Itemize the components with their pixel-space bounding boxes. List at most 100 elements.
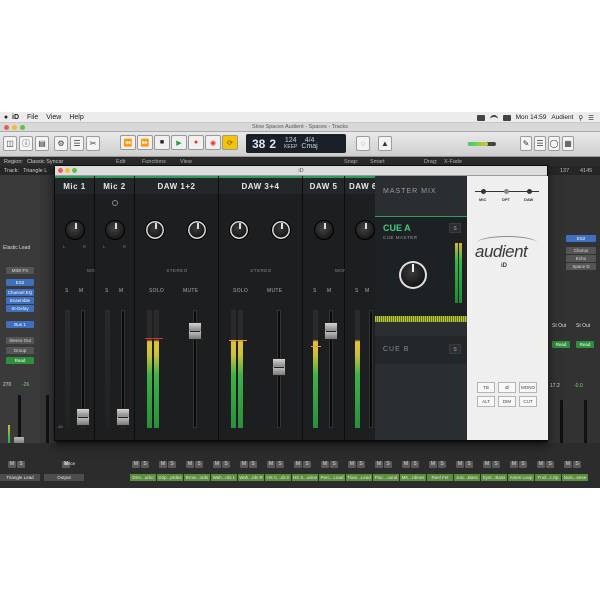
lcd-display[interactable]: 38 2 124 KEEP 4/4 Cmaj (246, 134, 346, 153)
pan-knob[interactable] (314, 220, 334, 240)
solo-button[interactable]: S (465, 461, 473, 468)
cue-a-solo[interactable]: S (449, 223, 461, 233)
edit-menu[interactable]: Edit (116, 159, 125, 165)
automation-slot[interactable]: Read (6, 357, 34, 364)
mute-button[interactable]: M (321, 461, 329, 468)
apple-icon[interactable]: ● (0, 114, 12, 121)
solo-button[interactable]: SOLO (149, 288, 164, 294)
solo-button[interactable]: S (546, 461, 554, 468)
input-slot[interactable]: ES2 (6, 279, 34, 286)
strip-name-output[interactable]: Output (44, 474, 84, 481)
menu-file[interactable]: File (27, 114, 38, 121)
menu-help[interactable]: Help (69, 114, 83, 121)
fader-handle[interactable] (116, 408, 130, 426)
search-icon[interactable]: ⚲ (578, 114, 583, 122)
library-button[interactable]: ◫ (3, 136, 17, 151)
functions-menu[interactable]: Functions (142, 159, 166, 165)
solo-button[interactable]: S (355, 288, 359, 294)
track-value[interactable]: Triangle L (23, 168, 47, 174)
browsers-button[interactable]: ▦ (562, 136, 574, 151)
solo-button[interactable]: S (168, 461, 176, 468)
clock-text[interactable]: Mon 14:59 (516, 114, 547, 121)
right-es2-slot[interactable]: ES2 (566, 235, 596, 242)
mute-button[interactable]: M (8, 461, 16, 468)
region-value[interactable]: Classic Syncar (27, 159, 63, 165)
track-name-8[interactable]: Trian...Lead (346, 474, 372, 481)
source-dot-daw[interactable] (527, 189, 532, 194)
mute-button[interactable]: M (510, 461, 518, 468)
wifi-icon[interactable] (489, 115, 498, 120)
user-name[interactable]: Audient (551, 114, 573, 121)
source-selector[interactable]: MIC DPT DAW (475, 184, 539, 206)
right-read-1[interactable]: Read (552, 341, 570, 348)
plugin-slot-1[interactable]: Channel EQ (6, 289, 34, 296)
mute-button[interactable]: M (79, 288, 83, 294)
polarity-button[interactable]: Ø (498, 382, 516, 393)
solo-button[interactable]: S (17, 461, 25, 468)
right-pad-slot-2[interactable]: Echo (566, 255, 596, 262)
mute-button[interactable]: M (402, 461, 410, 468)
drag-value[interactable]: X-Fade (444, 159, 462, 165)
solo-button[interactable]: S (438, 461, 446, 468)
menu-list-icon[interactable]: ☰ (588, 114, 594, 122)
solo-button[interactable]: S (384, 461, 392, 468)
phase-icon[interactable] (112, 200, 118, 206)
track-name-3[interactable]: Wah...rds L (211, 474, 237, 481)
pan-knob-left[interactable] (229, 220, 249, 240)
mute-button[interactable]: M (483, 461, 491, 468)
mute-button[interactable]: MUTE (267, 288, 282, 294)
solo-button[interactable]: S (313, 288, 317, 294)
track-name-7[interactable]: Perc...Lead (319, 474, 345, 481)
cut-button[interactable]: CUT (519, 396, 537, 407)
right-pad-slot-1[interactable]: Chorus (566, 247, 596, 254)
menu-app[interactable]: iD (12, 114, 19, 121)
track-name-6[interactable]: HS S...arine (292, 474, 318, 481)
solo-button[interactable]: S (573, 461, 581, 468)
cue-a-volume-knob[interactable] (399, 261, 427, 289)
mute-button[interactable]: M (537, 461, 545, 468)
cue-b-solo[interactable]: S (449, 344, 461, 354)
source-dot-mic[interactable] (481, 189, 486, 194)
mute-button[interactable]: M (348, 461, 356, 468)
rewind-button[interactable]: ⏪ (120, 135, 136, 150)
solo-button[interactable]: S (195, 461, 203, 468)
list-editors-button[interactable]: ☰ (534, 136, 546, 151)
pan-knob[interactable] (65, 220, 85, 240)
output-slot[interactable]: Stereo Out (6, 337, 34, 344)
pan-knob[interactable] (355, 220, 375, 240)
strip-name-triangle[interactable]: Triangle Lead (0, 474, 40, 481)
solo-button[interactable]: S (411, 461, 419, 468)
instrument-name[interactable]: Elastic Lead (3, 245, 30, 251)
mixer-button[interactable]: ☰ (70, 136, 84, 151)
talkback-button[interactable]: TB (477, 382, 495, 393)
mute-button[interactable]: M (267, 461, 275, 468)
track-name-15[interactable]: Fruit...t.zip (535, 474, 561, 481)
track-name-9[interactable]: Pluc...ound (373, 474, 399, 481)
mute-button[interactable]: M (240, 461, 248, 468)
tuner-button[interactable]: ◌ (356, 136, 370, 151)
menu-view[interactable]: View (46, 114, 61, 121)
plugin-slot-3[interactable]: St-Delay (6, 305, 34, 312)
view-menu[interactable]: View (180, 159, 192, 165)
smart-controls-button[interactable]: ⚙ (54, 136, 68, 151)
solo-button[interactable]: S (141, 461, 149, 468)
solo-button[interactable]: S (276, 461, 284, 468)
solo-button[interactable]: S (519, 461, 527, 468)
mute-button[interactable]: M (327, 288, 331, 294)
right-pad-slot-3[interactable]: Space D (566, 263, 596, 270)
right-read-2[interactable]: Read (576, 341, 594, 348)
editors-button[interactable]: ✂ (86, 136, 100, 151)
solo-button[interactable]: SOLO (233, 288, 248, 294)
mute-button[interactable]: M (429, 461, 437, 468)
mute-button[interactable]: M (365, 288, 369, 294)
snap-value[interactable]: Smart (370, 159, 385, 165)
mute-button[interactable]: M (186, 461, 194, 468)
mute-button[interactable]: M (213, 461, 221, 468)
capture-record-button[interactable]: ◉ (205, 135, 221, 150)
solo-button[interactable]: S (65, 288, 69, 294)
track-name-1[interactable]: Drip...prdes (157, 474, 183, 481)
mute-button[interactable]: MUTE (183, 288, 198, 294)
track-name-12[interactable]: Juic...Bass (454, 474, 480, 481)
track-name-10[interactable]: MK...rdines (400, 474, 426, 481)
fader-handle[interactable] (188, 322, 202, 340)
